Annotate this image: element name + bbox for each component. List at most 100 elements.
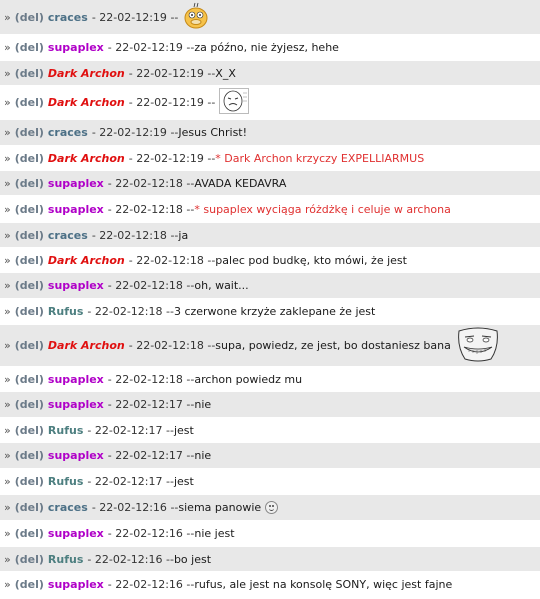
separator-dashes: -- bbox=[186, 279, 195, 292]
message-bullet: » bbox=[4, 176, 11, 190]
username-link[interactable]: Rufus bbox=[48, 424, 83, 437]
delete-link[interactable]: (del) bbox=[15, 229, 44, 242]
username-link[interactable]: craces bbox=[48, 126, 88, 139]
message-bullet: » bbox=[4, 66, 11, 80]
chat-message: » (del) supaplex - 22-02-12:19 -- za późno,… bbox=[0, 35, 540, 61]
username-link[interactable]: Rufus bbox=[48, 475, 83, 488]
separator-dashes: -- bbox=[186, 398, 195, 411]
username-link[interactable]: craces bbox=[48, 501, 88, 514]
delete-link[interactable]: (del) bbox=[15, 373, 44, 386]
chat-message: » (del) supaplex - 22-02-12:16 -- rufus, al… bbox=[0, 572, 540, 598]
delete-link[interactable]: (del) bbox=[15, 203, 44, 216]
message-text: nie bbox=[194, 398, 212, 411]
message-bullet: » bbox=[4, 501, 11, 514]
message-meta: - 22-02-12:19 -- bbox=[129, 67, 216, 80]
message-text: siema panowie bbox=[178, 501, 262, 514]
separator: - bbox=[107, 398, 112, 411]
username-link[interactable]: supaplex bbox=[48, 177, 104, 190]
delete-link[interactable]: (del) bbox=[15, 553, 44, 566]
message-bullet: » bbox=[4, 41, 11, 54]
chat-log: » (del) craces - 22-02-12:19 -- » (del) supap… bbox=[0, 0, 540, 598]
username-link[interactable]: supaplex bbox=[48, 449, 104, 462]
separator: - bbox=[91, 126, 96, 139]
separator: - bbox=[128, 253, 133, 267]
timestamp: 22-02-12:18 bbox=[94, 305, 163, 318]
delete-link[interactable]: (del) bbox=[15, 339, 44, 352]
message-text: archon powiedz mu bbox=[194, 372, 303, 386]
delete-link[interactable]: (del) bbox=[15, 527, 44, 540]
message-meta: - 22-02-12:16 -- bbox=[108, 527, 195, 540]
username-link[interactable]: craces bbox=[48, 229, 88, 242]
message-bullet: » bbox=[4, 475, 11, 488]
timestamp: 22-02-12:18 bbox=[115, 176, 183, 190]
username-link[interactable]: Rufus bbox=[48, 553, 83, 566]
delete-link[interactable]: (del) bbox=[15, 96, 44, 109]
separator: - bbox=[107, 449, 112, 462]
delete-link[interactable]: (del) bbox=[15, 11, 44, 24]
message-text: rufus, ale jest na konsolę SONY, więc je… bbox=[194, 578, 453, 591]
username-link[interactable]: supaplex bbox=[48, 373, 104, 386]
delete-link[interactable]: (del) bbox=[15, 177, 44, 190]
message-bullet: » bbox=[4, 398, 11, 411]
chat-message: » (del) Rufus - 22-02-12:17 -- jest bbox=[0, 418, 540, 443]
delete-link[interactable]: (del) bbox=[15, 305, 44, 318]
delete-link[interactable]: (del) bbox=[15, 67, 44, 80]
separator-dashes: -- bbox=[186, 527, 195, 540]
chat-message: » (del) supaplex - 22-02-12:18 -- * supaple… bbox=[0, 196, 540, 223]
delete-link[interactable]: (del) bbox=[15, 279, 44, 292]
username-link[interactable]: Dark Archon bbox=[48, 254, 125, 267]
chat-message: » (del) Dark Archon - 22-02-12:19 -- * Dark… bbox=[0, 146, 540, 171]
username-link[interactable]: Dark Archon bbox=[48, 152, 125, 165]
delete-link[interactable]: (del) bbox=[15, 41, 44, 54]
delete-link[interactable]: (del) bbox=[15, 254, 44, 267]
separator-dashes: -- bbox=[186, 41, 195, 54]
username-link[interactable]: supaplex bbox=[48, 527, 104, 540]
timestamp: 22-02-12:19 bbox=[99, 126, 167, 139]
username-link[interactable]: supaplex bbox=[48, 578, 104, 591]
message-bullet: » bbox=[4, 527, 11, 540]
chat-message: » (del) craces - 22-02-12:18 -- ja bbox=[0, 223, 540, 248]
message-text: supa, powiedz, ze jest, bo dostaniesz ba… bbox=[215, 339, 451, 352]
message-text: Jesus Christ! bbox=[178, 126, 248, 139]
delete-link[interactable]: (del) bbox=[15, 424, 44, 437]
separator: - bbox=[128, 96, 133, 109]
message-bullet: » bbox=[4, 279, 11, 292]
username-link[interactable]: supaplex bbox=[48, 279, 104, 292]
username-link[interactable]: supaplex bbox=[48, 41, 104, 54]
separator: - bbox=[128, 66, 133, 80]
separator-dashes: -- bbox=[186, 578, 195, 591]
message-meta: - 22-02-12:19 -- bbox=[108, 41, 195, 54]
message-meta: - 22-02-12:16 -- bbox=[108, 578, 195, 591]
username-link[interactable]: Dark Archon bbox=[48, 339, 125, 352]
delete-link[interactable]: (del) bbox=[15, 578, 44, 591]
delete-link[interactable]: (del) bbox=[15, 152, 44, 165]
message-meta: - 22-02-12:18 -- bbox=[108, 279, 195, 292]
message-bullet: » bbox=[4, 202, 11, 216]
username-link[interactable]: Dark Archon bbox=[48, 67, 125, 80]
delete-link[interactable]: (del) bbox=[15, 501, 44, 514]
chat-message: » (del) Rufus - 22-02-12:18 -- 3 czerwone k… bbox=[0, 299, 540, 325]
message-meta: - 22-02-12:18 -- bbox=[87, 305, 174, 318]
message-meta: - 22-02-12:19 -- bbox=[92, 126, 179, 139]
message-text: oh, wait... bbox=[194, 279, 249, 292]
separator-dashes: -- bbox=[207, 96, 216, 109]
rage-face-emote bbox=[219, 88, 250, 117]
delete-link[interactable]: (del) bbox=[15, 398, 44, 411]
username-link[interactable]: Rufus bbox=[48, 305, 83, 318]
message-meta: - 22-02-12:17 -- bbox=[108, 449, 195, 462]
username-link[interactable]: craces bbox=[48, 11, 88, 24]
message-meta: - 22-02-12:18 -- bbox=[108, 373, 195, 386]
timestamp: 22-02-12:18 bbox=[99, 228, 167, 242]
timestamp: 22-02-12:17 bbox=[115, 449, 183, 462]
separator: - bbox=[128, 339, 133, 352]
delete-link[interactable]: (del) bbox=[15, 475, 44, 488]
delete-link[interactable]: (del) bbox=[15, 126, 44, 139]
separator: - bbox=[87, 552, 92, 566]
separator: - bbox=[107, 527, 112, 540]
username-link[interactable]: supaplex bbox=[48, 203, 104, 216]
username-link[interactable]: supaplex bbox=[48, 398, 104, 411]
username-link[interactable]: Dark Archon bbox=[48, 96, 125, 109]
delete-link[interactable]: (del) bbox=[15, 449, 44, 462]
separator: - bbox=[128, 151, 133, 165]
chat-message: » (del) supaplex - 22-02-12:16 -- nie jest bbox=[0, 521, 540, 547]
